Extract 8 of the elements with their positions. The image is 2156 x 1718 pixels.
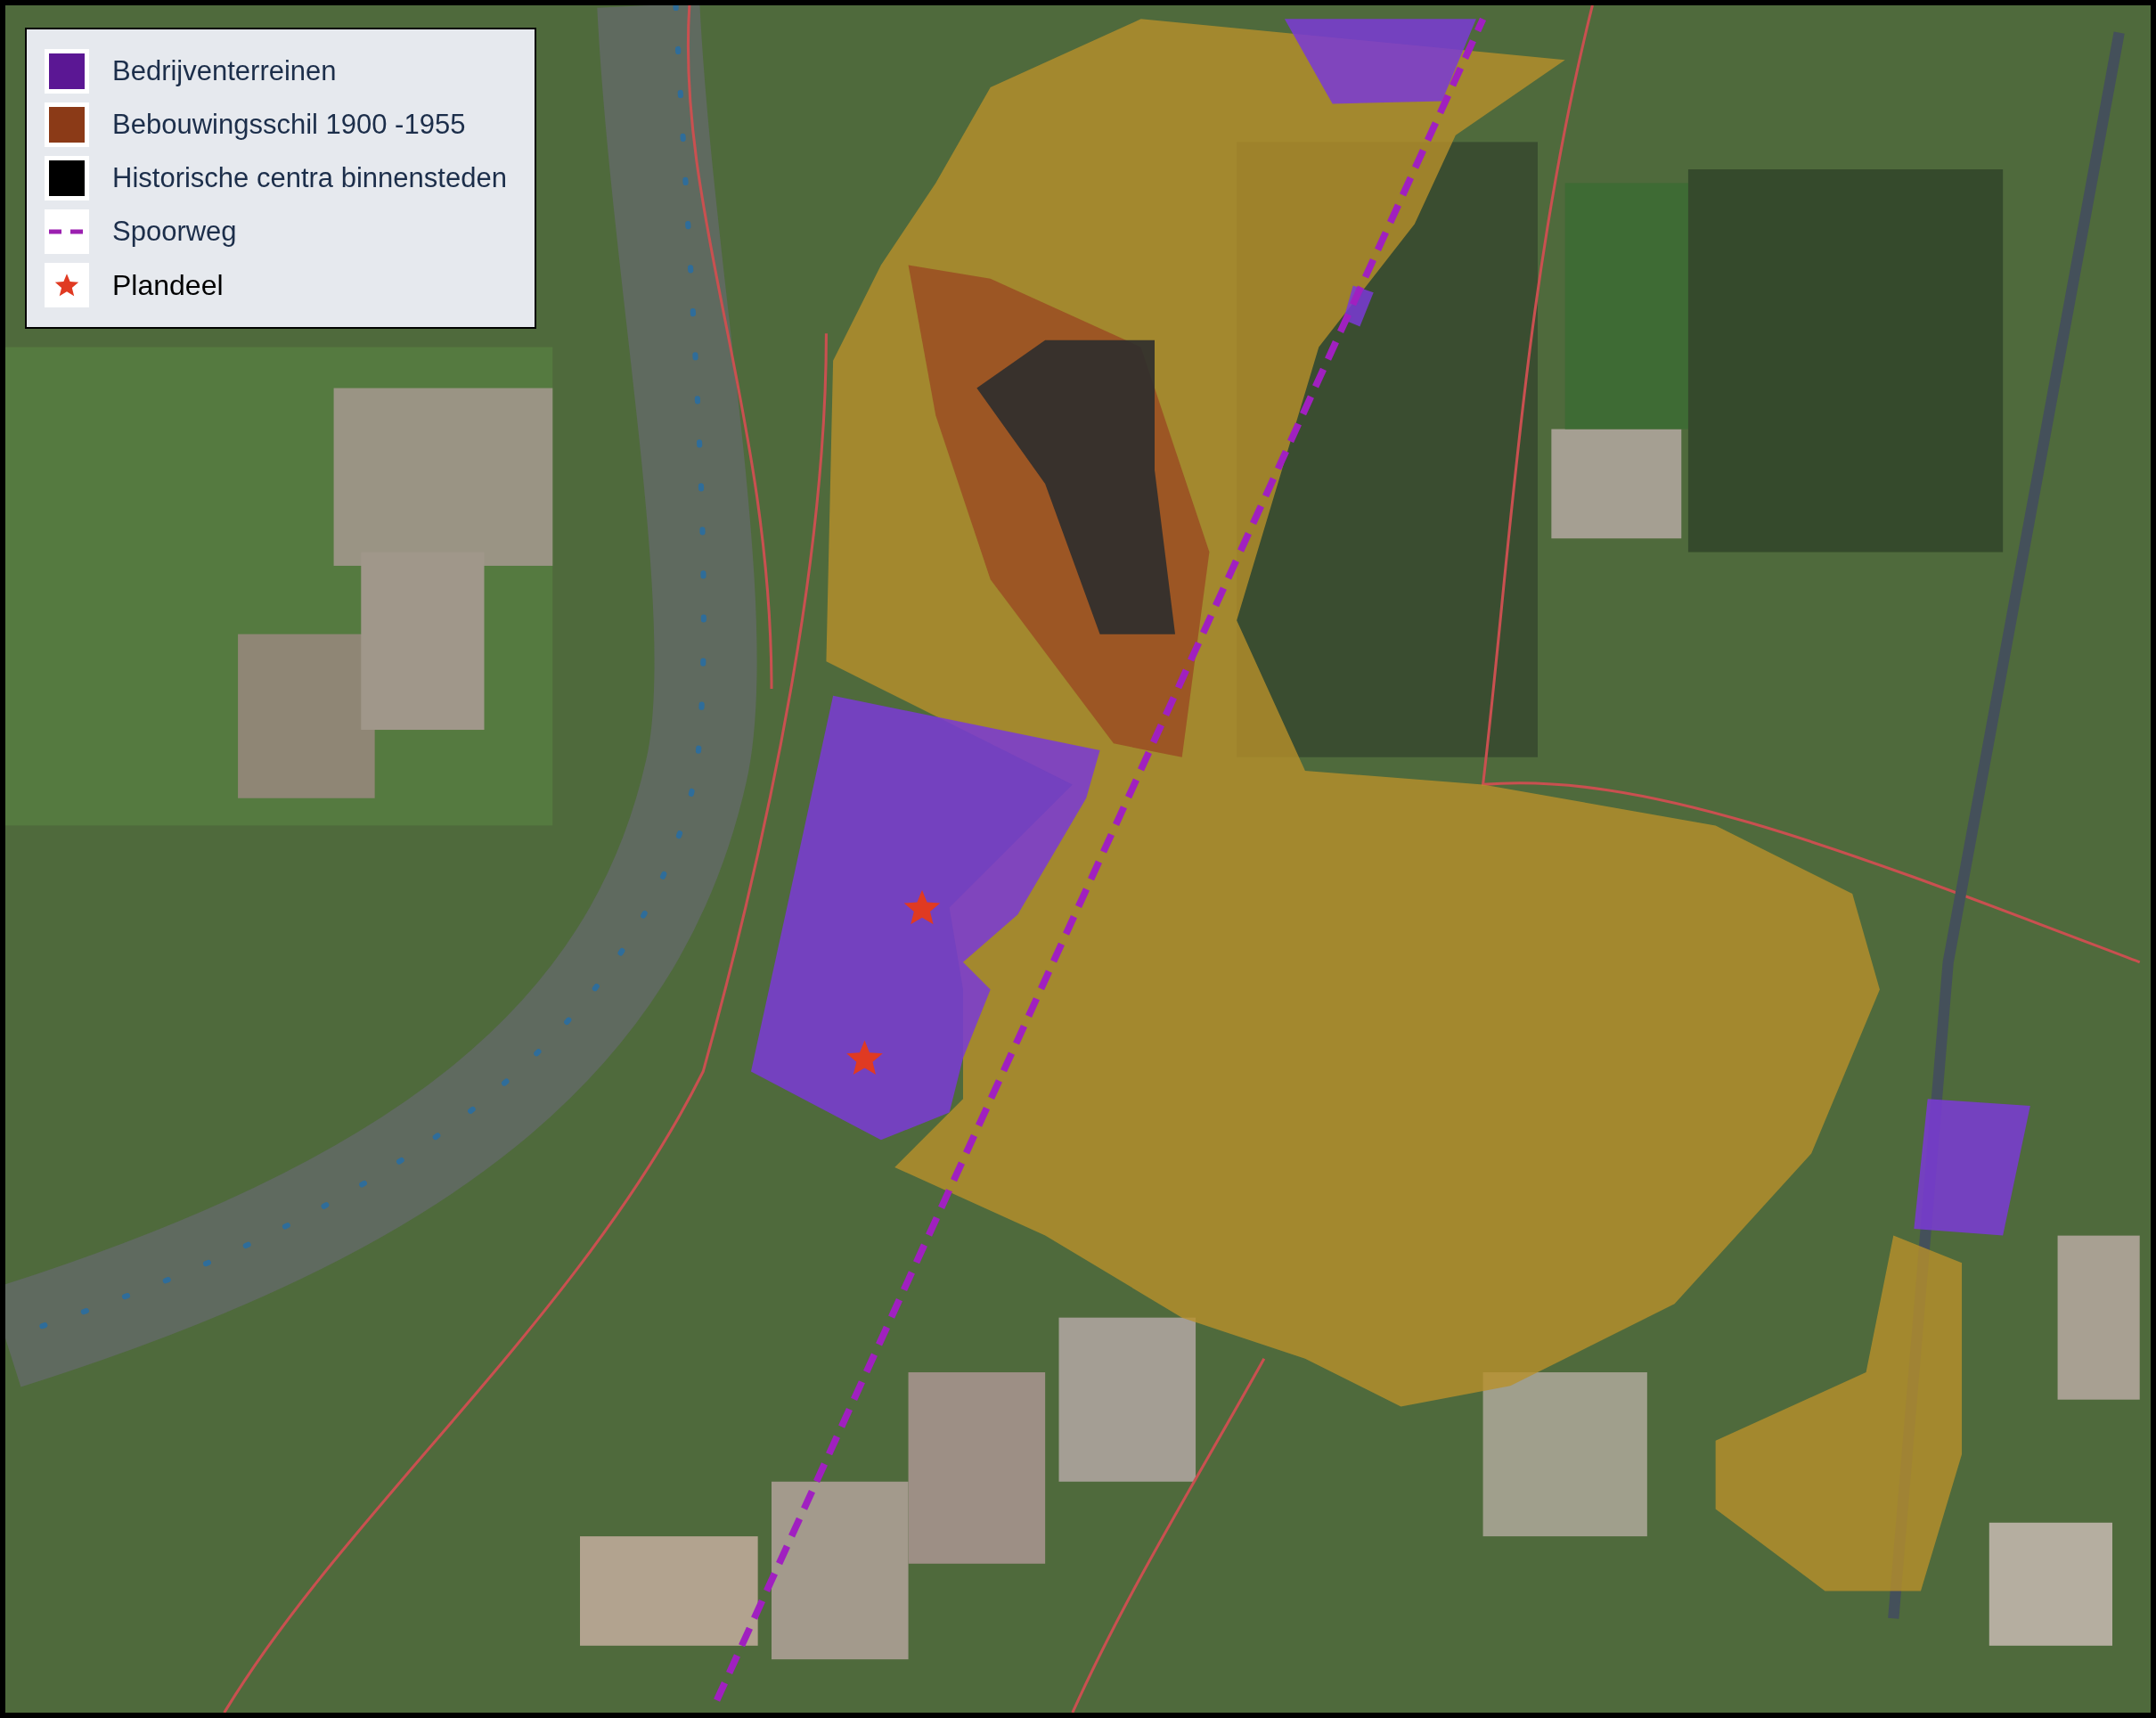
legend-label: Bedrijventerreinen <box>112 53 337 88</box>
legend-label: Spoorweg <box>112 214 237 249</box>
legend-label: Historische centra binnensteden <box>112 160 507 195</box>
star-icon <box>903 889 941 925</box>
industrial-zone <box>1343 285 1374 327</box>
star-icon <box>846 1040 883 1076</box>
legend-label: Bebouwingsschil 1900 -1955 <box>112 107 466 142</box>
legend-label: Plandeel <box>112 268 224 303</box>
